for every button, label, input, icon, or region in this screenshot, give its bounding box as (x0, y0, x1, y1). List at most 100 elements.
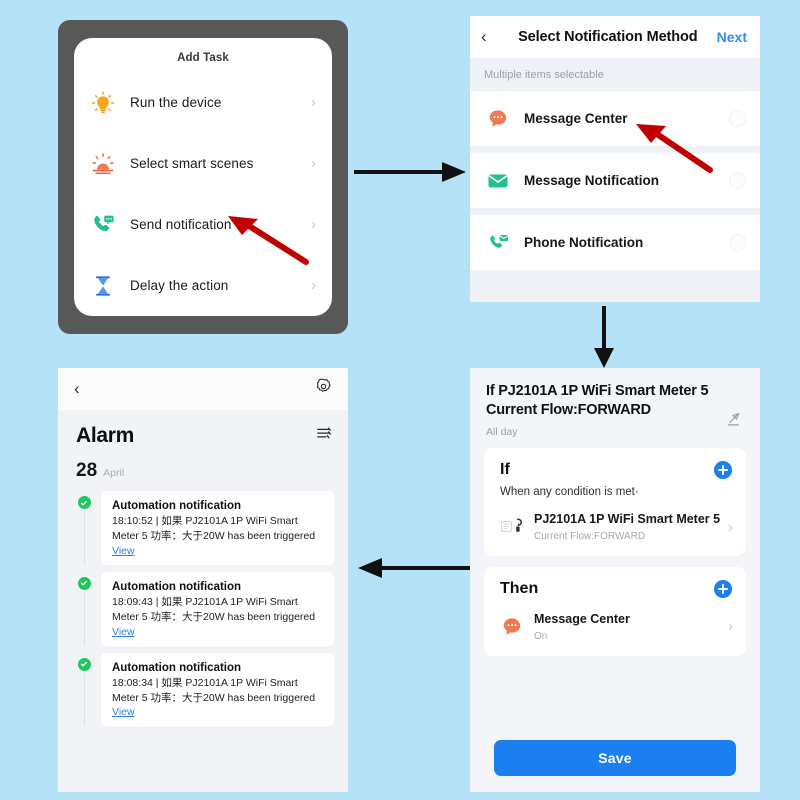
if-entry-row[interactable]: PJ2101A 1P WiFi Smart Meter 5 Current Fl… (484, 508, 746, 552)
speech-bubble-icon (486, 107, 510, 131)
alarm-header: ‹ (58, 368, 348, 410)
notify-item-label: Message Center (524, 111, 628, 126)
arrow-add-task-to-notify (354, 162, 466, 182)
task-label: Run the device (130, 95, 222, 110)
list-filter-icon[interactable] (316, 426, 332, 446)
screenshot-canvas: Add Task Run the device › Select smart s… (0, 0, 800, 800)
then-heading: Then (500, 579, 539, 597)
notify-item-label: Phone Notification (524, 235, 644, 250)
rule-header-text: If PJ2101A 1P WiFi Smart Meter 5 Current… (486, 382, 722, 438)
alarm-card[interactable]: Automation notification 18:10:52 | 如果 PJ… (101, 491, 334, 565)
if-entry-name: PJ2101A 1P WiFi Smart Meter 5 (534, 512, 721, 527)
chevron-right-icon: › (728, 618, 733, 636)
task-row-send-notification[interactable]: Send notification › (74, 194, 332, 255)
add-task-card: Add Task Run the device › Select smart s… (74, 38, 332, 316)
back-icon[interactable]: ‹ (481, 27, 499, 47)
task-row-delay-the-action[interactable]: Delay the action › (74, 255, 332, 316)
check-circle-icon (77, 576, 91, 590)
then-entry-text: Message Center On (534, 612, 728, 642)
smart-meter-icon (500, 515, 526, 539)
rule-card-if: If When any condition is met· PJ2101A 1P… (484, 448, 746, 556)
rule-card-header-then: Then (484, 579, 746, 598)
gear-icon[interactable] (315, 378, 332, 400)
radio-unselected-icon[interactable] (729, 110, 746, 127)
chevron-right-icon: › (311, 155, 316, 172)
notify-subtitle: Multiple items selectable (470, 58, 760, 91)
chevron-right-icon: › (311, 216, 316, 233)
list-item[interactable]: Automation notification 18:09:43 | 如果 PJ… (58, 565, 348, 646)
arrow-rule-to-alarm (358, 558, 470, 578)
radio-unselected-icon[interactable] (729, 172, 746, 189)
check-circle-icon (77, 657, 91, 671)
if-entry-text: PJ2101A 1P WiFi Smart Meter 5 Current Fl… (534, 512, 728, 542)
alarm-card-body: 18:10:52 | 如果 PJ2101A 1P WiFi Smart Mete… (112, 515, 316, 542)
plus-icon[interactable] (714, 579, 732, 598)
panel-select-notification-method: ‹ Select Notification Method Next Multip… (470, 16, 760, 302)
if-condition-mode[interactable]: When any condition is met· (484, 479, 746, 508)
radio-unselected-icon[interactable] (729, 234, 746, 251)
alarm-card-title: Automation notification (112, 580, 242, 593)
hourglass-icon (88, 271, 118, 301)
alarm-date-day: 28 (76, 460, 98, 481)
view-link[interactable]: View (112, 545, 323, 557)
alarm-date: 28 April (58, 452, 348, 484)
rule-card-then: Then Message Center On › (484, 566, 746, 656)
panel-alarm: ‹ Alarm 28 April Automation notification… (58, 368, 348, 792)
chevron-right-icon: › (311, 94, 316, 111)
timeline-connector (83, 672, 85, 727)
task-row-select-smart-scenes[interactable]: Select smart scenes › (74, 133, 332, 194)
pencil-icon[interactable] (722, 382, 744, 438)
then-entry-row[interactable]: Message Center On › (484, 598, 746, 652)
alarm-card-body: 18:09:43 | 如果 PJ2101A 1P WiFi Smart Mete… (112, 595, 316, 623)
panel-add-task: Add Task Run the device › Select smart s… (58, 20, 348, 334)
then-entry-name: Message Center (534, 611, 630, 626)
next-button[interactable]: Next (717, 29, 747, 45)
envelope-icon (486, 169, 510, 193)
rule-title: If PJ2101A 1P WiFi Smart Meter 5 Current… (486, 383, 709, 419)
page-title: Select Notification Method (518, 29, 698, 45)
then-entry-sub: On (534, 630, 548, 642)
alarm-titlebar: Alarm (58, 410, 348, 452)
save-button[interactable]: Save (494, 740, 736, 776)
alarm-rail (76, 572, 92, 646)
chevron-right-icon: › (311, 277, 316, 294)
notify-header: ‹ Select Notification Method Next (470, 16, 760, 58)
alarm-date-month: April (103, 467, 125, 479)
view-link[interactable]: View (112, 706, 323, 718)
list-item[interactable]: Automation notification 18:10:52 | 如果 PJ… (58, 484, 348, 565)
chevron-right-icon: › (728, 518, 733, 536)
timeline-connector (83, 511, 85, 565)
list-item[interactable]: Automation notification 18:08:34 | 如果 PJ… (58, 646, 348, 727)
rule-schedule: All day (486, 426, 518, 439)
add-task-title: Add Task (177, 52, 229, 64)
phone-message-icon (88, 210, 118, 240)
task-label: Send notification (130, 217, 232, 232)
rule-header: If PJ2101A 1P WiFi Smart Meter 5 Current… (470, 368, 760, 448)
notify-item-message-center[interactable]: Message Center (470, 91, 760, 146)
arrow-notify-to-rule (594, 306, 614, 368)
alarm-card[interactable]: Automation notification 18:08:34 | 如果 PJ… (101, 652, 334, 727)
if-entry-sub: Current Flow:FORWARD (534, 530, 646, 542)
plus-icon[interactable] (714, 461, 732, 480)
speech-bubble-icon (500, 615, 526, 639)
alarm-card-title: Automation notification (112, 661, 242, 674)
lightbulb-icon (88, 88, 118, 118)
alarm-card-body: 18:08:34 | 如果 PJ2101A 1P WiFi Smart Mete… (112, 676, 316, 704)
notify-item-label: Message Notification (524, 173, 660, 188)
rule-card-header-if: If (484, 461, 746, 480)
alarm-rail (76, 653, 92, 727)
task-row-run-the-device[interactable]: Run the device › (74, 72, 332, 133)
notify-item-phone-notification[interactable]: Phone Notification (470, 215, 760, 270)
page-title: Alarm (76, 424, 135, 447)
back-icon[interactable]: ‹ (74, 379, 315, 399)
task-label: Delay the action (130, 278, 229, 293)
phone-envelope-icon (486, 231, 510, 255)
sunrise-scene-icon (88, 149, 118, 179)
alarm-card[interactable]: Automation notification 18:09:43 | 如果 PJ… (101, 571, 334, 646)
panel-automation-rule: If PJ2101A 1P WiFi Smart Meter 5 Current… (470, 368, 760, 792)
alarm-card-title: Automation notification (112, 500, 242, 512)
notify-item-message-notification[interactable]: Message Notification (470, 153, 760, 208)
if-heading: If (500, 461, 510, 479)
view-link[interactable]: View (112, 626, 323, 638)
timeline-connector (83, 591, 85, 646)
